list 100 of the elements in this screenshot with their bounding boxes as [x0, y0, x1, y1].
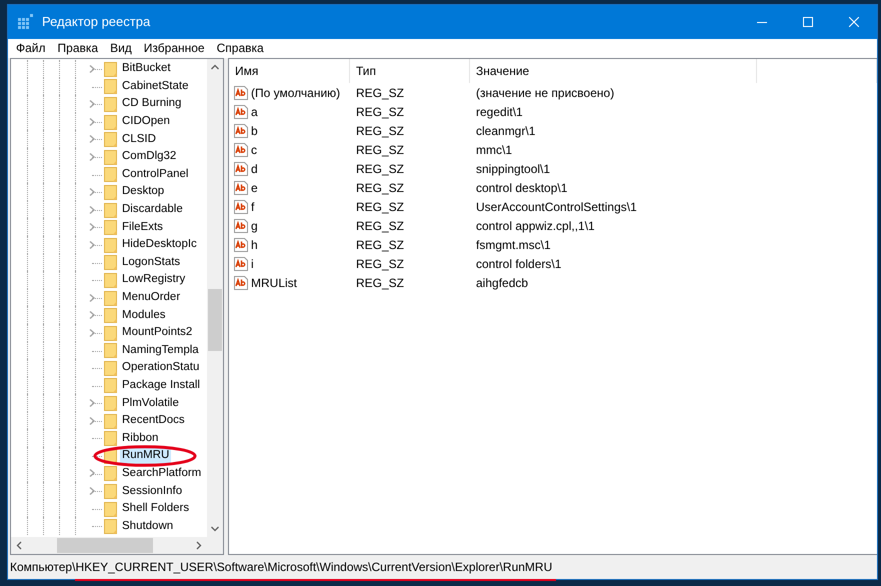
value-data: fsmgmt.msc\1 [476, 238, 551, 252]
value-name[interactable]: a [251, 102, 258, 120]
tree-item[interactable]: NamingTempla [120, 342, 201, 359]
value-name[interactable]: h [251, 236, 258, 254]
folder-icon [104, 78, 118, 94]
menu-item[interactable]: Избранное [138, 40, 211, 57]
string-value-icon [233, 236, 249, 252]
column-header[interactable]: Тип [350, 59, 470, 83]
value-name[interactable]: d [251, 160, 258, 178]
folder-icon [104, 290, 118, 306]
tree-item[interactable]: Package Install [120, 376, 202, 394]
tree-item[interactable]: ControlPanel [120, 166, 190, 183]
tree-item[interactable]: Desktop [120, 183, 166, 200]
tree-item[interactable]: Modules [120, 306, 168, 324]
folder-icon [104, 219, 118, 236]
folder-icon [104, 324, 118, 341]
tree-item[interactable]: HideDesktopIc [120, 236, 199, 254]
folder-icon [104, 483, 118, 500]
folder-icon [104, 342, 118, 358]
value-name[interactable]: c [251, 140, 257, 158]
string-value-icon [233, 256, 249, 272]
string-value-icon [233, 104, 249, 120]
folder-icon [104, 412, 118, 429]
value-name[interactable]: MRUList [251, 274, 298, 292]
vertical-scrollbar[interactable] [207, 59, 223, 537]
horizontal-scrollbar[interactable] [11, 537, 223, 554]
tree-item[interactable]: PlmVolatile [120, 394, 181, 412]
string-value-icon [233, 142, 249, 158]
tree-item[interactable]: MenuOrder [120, 289, 182, 306]
tree-item[interactable]: SessionInfo [120, 482, 184, 500]
string-value-icon [233, 198, 249, 214]
scroll-thumb[interactable] [57, 538, 153, 553]
scroll-thumb[interactable] [208, 289, 222, 351]
value-type: REG_SZ [356, 86, 404, 100]
folder-icon [104, 500, 118, 517]
value-data: aihgfedcb [476, 276, 528, 290]
menu-item[interactable]: Вид [104, 40, 138, 57]
value-name[interactable]: e [251, 178, 258, 196]
menu-item[interactable]: Файл [10, 40, 52, 57]
tree-item[interactable]: Discardable [120, 201, 185, 218]
value-data: control folders\1 [476, 256, 562, 270]
tree-item[interactable]: MountPoints2 [120, 324, 194, 342]
tree-item[interactable]: CD Burning [120, 95, 184, 112]
value-name[interactable]: i [251, 254, 254, 272]
tree-item[interactable]: OperationStatu [120, 359, 202, 376]
value-name[interactable]: b [251, 122, 258, 140]
folder-icon [104, 166, 118, 182]
value-data: control appwiz.cpl,,1\1 [476, 218, 595, 232]
maximize-icon [803, 17, 813, 27]
folder-icon [104, 202, 118, 218]
value-type: REG_SZ [356, 180, 404, 194]
folder-icon [104, 518, 118, 534]
value-data: mmc\1 [476, 142, 512, 156]
app-icon [18, 14, 34, 30]
value-data: cleanmgr\1 [476, 124, 536, 138]
folder-icon [104, 254, 118, 270]
value-data: regedit\1 [476, 104, 523, 118]
tree-item[interactable]: CabinetState [120, 78, 190, 95]
value-type: REG_SZ [356, 256, 404, 270]
string-value-icon [233, 274, 249, 290]
menu-item[interactable]: Справка [210, 40, 270, 57]
folder-icon [104, 307, 118, 324]
value-data: (значение не присвоено) [476, 86, 614, 100]
value-name[interactable]: (По умолчанию) [251, 84, 340, 102]
folder-icon [104, 465, 118, 482]
folder-icon [104, 377, 118, 394]
tree-item[interactable]: CLSID [120, 130, 158, 148]
tree-item[interactable]: RecentDocs [120, 412, 187, 430]
value-type: REG_SZ [356, 276, 404, 290]
value-data: UserAccountControlSettings\1 [476, 200, 637, 214]
value-name[interactable]: g [251, 216, 258, 234]
folder-icon [104, 114, 118, 130]
tree-item[interactable]: CIDOpen [120, 113, 172, 130]
folder-icon [104, 360, 118, 376]
value-type: REG_SZ [356, 162, 404, 176]
tree-item[interactable]: LowRegistry [120, 271, 188, 288]
value-name[interactable]: f [251, 198, 254, 216]
tree-item[interactable]: BitBucket [120, 60, 173, 78]
tree-item[interactable]: LogonStats [120, 254, 182, 271]
value-data: snippingtool\1 [476, 162, 550, 176]
tree-item[interactable]: ComDlg32 [120, 148, 178, 166]
folder-icon [104, 131, 118, 148]
tree-item[interactable]: Shell Folders [120, 500, 192, 518]
folder-icon [104, 430, 118, 446]
folder-icon [104, 60, 118, 77]
tree-item[interactable]: FileExts [120, 218, 165, 236]
string-value-icon [233, 180, 249, 196]
folder-icon [104, 236, 118, 253]
string-value-icon [233, 84, 249, 100]
folder-icon [104, 395, 118, 412]
folder-icon [104, 148, 118, 165]
tree-item[interactable]: Ribbon [120, 430, 160, 447]
menu-item[interactable]: Правка [52, 40, 104, 57]
column-header[interactable]: Имя [229, 59, 350, 83]
value-type: REG_SZ [356, 104, 404, 118]
window-title: Редактор реестра [42, 13, 150, 32]
value-type: REG_SZ [356, 200, 404, 214]
tree-item[interactable]: Shutdown [120, 518, 176, 535]
tree-item[interactable]: SearchPlatform [120, 464, 204, 482]
column-header[interactable]: Значение [470, 59, 757, 83]
